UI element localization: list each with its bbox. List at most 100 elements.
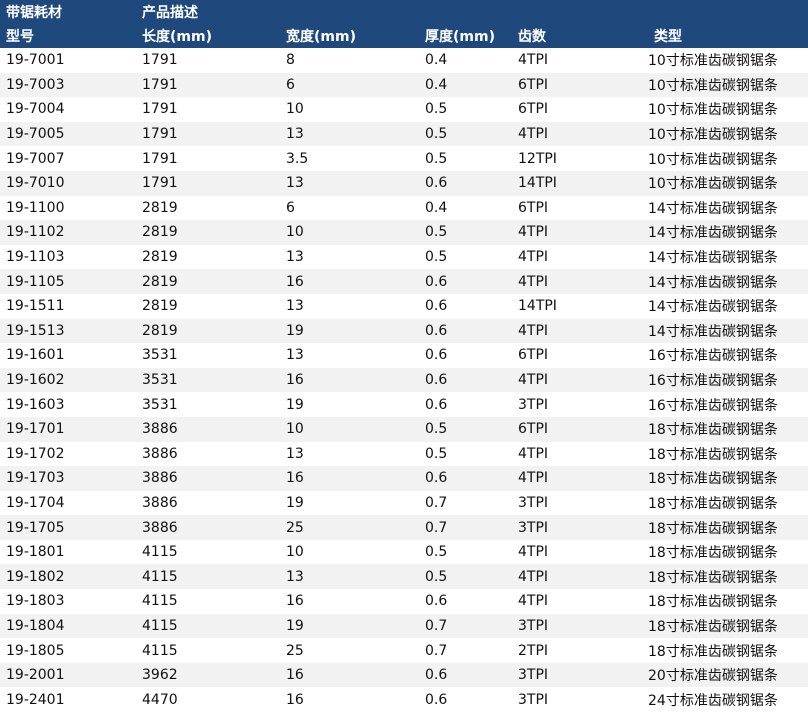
cell-width: 13	[286, 175, 304, 192]
cell-teeth: 3TPI	[518, 519, 549, 536]
cell-type: 14寸标准齿碳钢锯条	[648, 225, 778, 242]
header-empty	[648, 0, 808, 24]
cell-length: 4470	[142, 691, 178, 708]
cell-model: 19-1805	[6, 642, 65, 659]
cell-type: 14寸标准齿碳钢锯条	[648, 250, 778, 267]
cell-teeth: 6TPI	[518, 347, 549, 364]
cell-type: 10寸标准齿碳钢锯条	[648, 127, 778, 144]
table-row: 19-1100 2819 6 0.4 6TPI 14寸标准齿碳钢锯条	[0, 195, 808, 221]
cell-teeth: 2TPI	[518, 642, 549, 659]
cell-length: 1791	[142, 76, 178, 93]
header-empty	[512, 0, 648, 24]
cell-thickness: 0.5	[425, 249, 448, 266]
cell-thickness: 0.6	[425, 347, 448, 364]
cell-width: 10	[286, 101, 304, 118]
cell-width: 25	[286, 642, 304, 659]
cell-type: 16寸标准齿碳钢锯条	[648, 348, 778, 365]
cell-length: 4115	[142, 568, 178, 585]
cell-thickness: 0.5	[425, 126, 448, 143]
table-row: 19-7005 1791 13 0.5 4TPI 10寸标准齿碳钢锯条	[0, 121, 808, 147]
cell-thickness: 0.6	[425, 372, 448, 389]
cell-teeth: 3TPI	[518, 617, 549, 634]
cell-width: 19	[286, 494, 304, 511]
cell-width: 13	[286, 347, 304, 364]
table-row: 19-1602 3531 16 0.6 4TPI 16寸标准齿碳钢锯条	[0, 367, 808, 393]
cell-teeth: 6TPI	[518, 421, 549, 438]
cell-model: 19-7001	[6, 52, 65, 69]
cell-width: 8	[286, 52, 295, 69]
header-group-description: 产品描述	[142, 5, 198, 21]
cell-type: 18寸标准齿碳钢锯条	[648, 422, 778, 439]
cell-thickness: 0.5	[425, 421, 448, 438]
cell-width: 13	[286, 568, 304, 585]
table-row: 19-1701 3886 10 0.5 6TPI 18寸标准齿碳钢锯条	[0, 416, 808, 442]
table-row: 19-1802 4115 13 0.5 4TPI 18寸标准齿碳钢锯条	[0, 564, 808, 590]
cell-width: 13	[286, 445, 304, 462]
cell-thickness: 0.5	[425, 224, 448, 241]
cell-length: 3886	[142, 421, 178, 438]
cell-width: 13	[286, 126, 304, 143]
cell-teeth: 3TPI	[518, 691, 549, 708]
cell-type: 14寸标准齿碳钢锯条	[648, 323, 778, 340]
cell-width: 19	[286, 617, 304, 634]
cell-length: 1791	[142, 126, 178, 143]
cell-length: 2819	[142, 322, 178, 339]
cell-model: 19-1513	[6, 322, 65, 339]
cell-thickness: 0.6	[425, 667, 448, 684]
cell-length: 2819	[142, 224, 178, 241]
cell-teeth: 4TPI	[518, 322, 549, 339]
table-row: 19-1511 2819 13 0.6 14TPI 14寸标准齿碳钢锯条	[0, 293, 808, 319]
cell-model: 19-1601	[6, 347, 65, 364]
cell-teeth: 4TPI	[518, 249, 549, 266]
cell-model: 19-1105	[6, 273, 65, 290]
cell-model: 19-1703	[6, 470, 65, 487]
column-header-model: 型号	[6, 29, 34, 45]
cell-model: 19-1100	[6, 199, 65, 216]
cell-thickness: 0.6	[425, 298, 448, 315]
cell-length: 3886	[142, 470, 178, 487]
table-row: 19-1102 2819 10 0.5 4TPI 14寸标准齿碳钢锯条	[0, 220, 808, 245]
cell-width: 25	[286, 519, 304, 536]
cell-length: 2819	[142, 273, 178, 290]
table-body: 19-7001 1791 8 0.4 4TPI 10寸标准齿碳钢锯条 19-7003 1791…	[0, 48, 808, 713]
column-header-length: 长度(mm)	[142, 29, 212, 45]
cell-teeth: 4TPI	[518, 445, 549, 462]
cell-length: 1791	[142, 101, 178, 118]
cell-model: 19-1802	[6, 568, 65, 585]
cell-model: 19-1804	[6, 617, 65, 634]
cell-width: 13	[286, 249, 304, 266]
table-row: 19-1601 3531 13 0.6 6TPI 16寸标准齿碳钢锯条	[0, 343, 808, 368]
table-row: 19-1703 3886 16 0.6 4TPI 18寸标准齿碳钢锯条	[0, 466, 808, 491]
table-row: 19-1705 3886 25 0.7 3TPI 18寸标准齿碳钢锯条	[0, 515, 808, 540]
cell-thickness: 0.5	[425, 150, 448, 167]
table-row: 19-7001 1791 8 0.4 4TPI 10寸标准齿碳钢锯条	[0, 48, 808, 73]
cell-length: 4115	[142, 544, 178, 561]
cell-thickness: 0.7	[425, 617, 448, 634]
cell-teeth: 14TPI	[518, 175, 557, 192]
cell-model: 19-7003	[6, 76, 65, 93]
cell-length: 3531	[142, 396, 178, 413]
cell-model: 19-1103	[6, 249, 65, 266]
cell-model: 19-1704	[6, 494, 65, 511]
cell-thickness: 0.4	[425, 52, 448, 69]
cell-teeth: 4TPI	[518, 593, 549, 610]
cell-teeth: 6TPI	[518, 76, 549, 93]
cell-teeth: 4TPI	[518, 273, 549, 290]
cell-teeth: 6TPI	[518, 101, 549, 118]
cell-thickness: 0.6	[425, 273, 448, 290]
cell-model: 19-1511	[6, 298, 65, 315]
column-header-width: 宽度(mm)	[286, 29, 356, 45]
table-row: 19-2001 3962 16 0.6 3TPI 20寸标准齿碳钢锯条	[0, 662, 808, 688]
table-row: 19-7003 1791 6 0.4 6TPI 10寸标准齿碳钢锯条	[0, 72, 808, 98]
column-header-teeth: 齿数	[518, 29, 546, 45]
cell-teeth: 3TPI	[518, 494, 549, 511]
cell-teeth: 4TPI	[518, 372, 549, 389]
cell-type: 10寸标准齿碳钢锯条	[648, 53, 778, 70]
cell-length: 3531	[142, 372, 178, 389]
table-row: 19-1702 3886 13 0.5 4TPI 18寸标准齿碳钢锯条	[0, 441, 808, 467]
cell-model: 19-2401	[6, 691, 65, 708]
cell-length: 1791	[142, 52, 178, 69]
cell-thickness: 0.6	[425, 175, 448, 192]
cell-width: 19	[286, 322, 304, 339]
cell-model: 19-1702	[6, 445, 65, 462]
